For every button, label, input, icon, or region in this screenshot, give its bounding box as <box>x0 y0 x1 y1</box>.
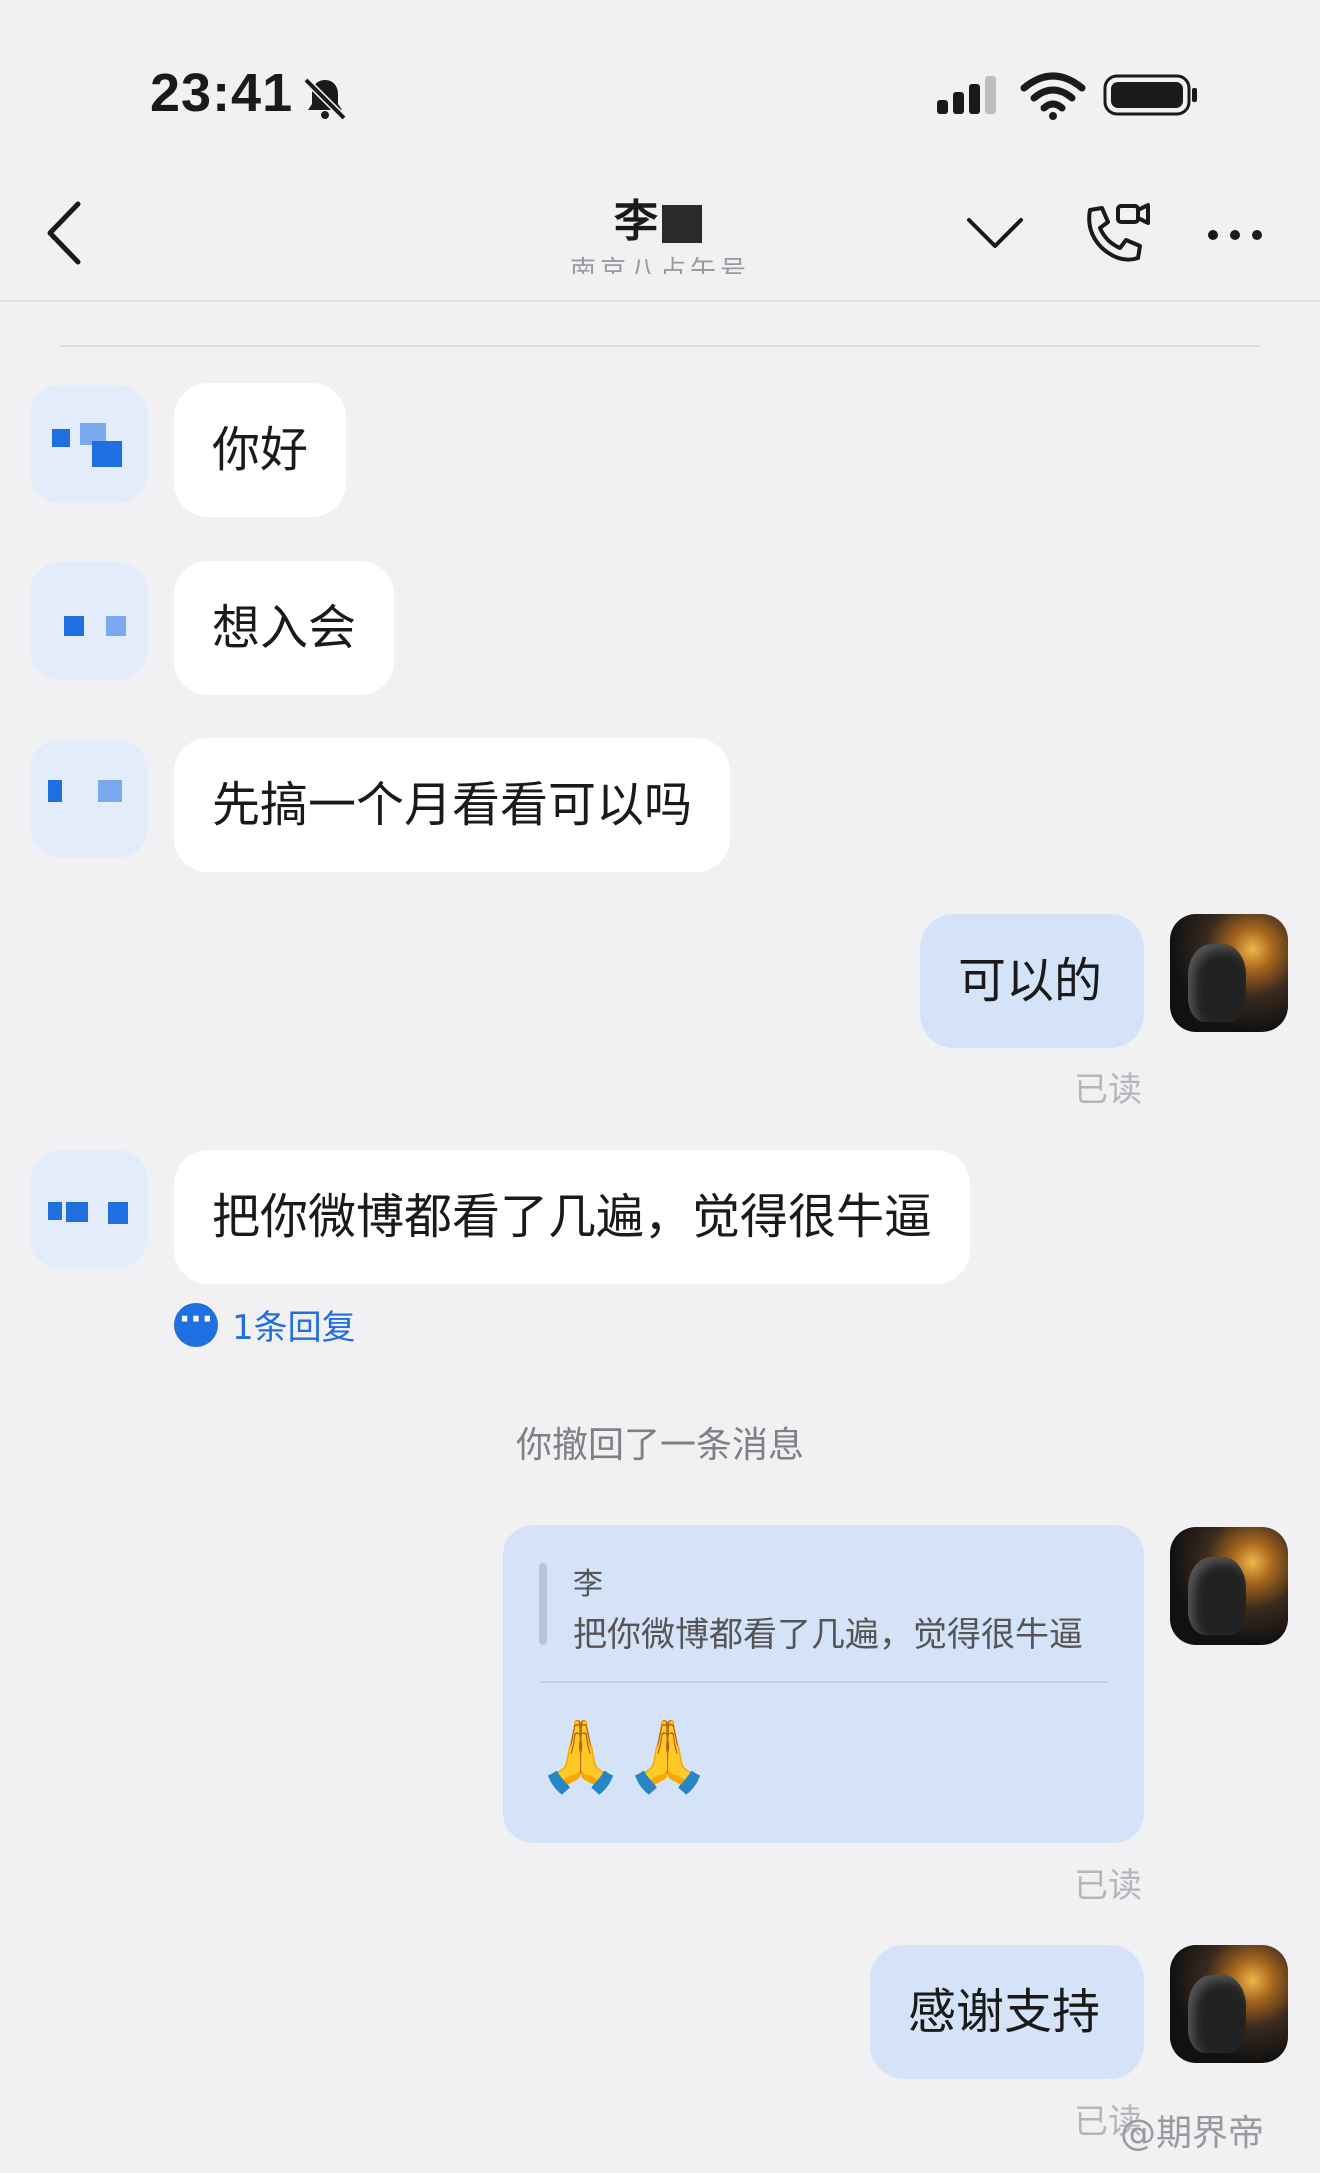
wifi-icon <box>1020 72 1086 120</box>
avatar-own[interactable] <box>1170 1527 1288 1645</box>
message-bubble[interactable]: 先搞一个月看看可以吗 <box>174 738 731 872</box>
more-icon[interactable] <box>1205 220 1265 250</box>
video-call-icon[interactable] <box>1080 200 1152 268</box>
avatar[interactable] <box>30 1150 148 1268</box>
status-time: 23:41 <box>150 63 294 123</box>
quote-bar <box>539 1563 547 1645</box>
quoted-sender: 李 <box>573 1567 603 1602</box>
divider <box>60 345 1260 347</box>
bell-slash-icon <box>303 77 347 121</box>
avatar[interactable] <box>30 740 148 858</box>
avatar[interactable] <box>30 385 148 503</box>
chat-title-text: 李 <box>614 196 658 247</box>
watermark: @期界帝 <box>1120 2113 1265 2154</box>
reply-bubble-icon: ··· <box>174 1302 218 1347</box>
chat-subtitle: 南京八占午号 <box>569 256 750 274</box>
quote-message-bubble[interactable]: 李 把你微博都看了几遍，觉得很牛逼 🙏🙏 <box>503 1525 1144 1843</box>
read-status: 已读 <box>1074 1866 1142 1906</box>
chevron-down-icon[interactable] <box>965 208 1025 258</box>
emoji-content: 🙏🙏 <box>537 1715 712 1797</box>
system-notice: 你撤回了一条消息 <box>515 1425 804 1466</box>
avatar-own[interactable] <box>1170 914 1288 1032</box>
read-status: 已读 <box>1074 1070 1142 1110</box>
reply-count: 1条回复 <box>232 1308 356 1348</box>
chat-title: 李 <box>560 185 760 249</box>
quote-separator <box>539 1681 1109 1683</box>
battery-icon <box>1103 74 1197 116</box>
message-text: 你好 <box>212 422 309 478</box>
avatar[interactable] <box>30 562 148 680</box>
message-text: 想入会 <box>212 600 357 656</box>
signal-icon <box>937 76 996 114</box>
quoted-text: 把你微博都看了几遍，觉得很牛逼 <box>573 1615 1083 1655</box>
message-bubble-own[interactable]: 感谢支持 <box>870 1945 1144 2079</box>
message-text: 感谢支持 <box>908 1984 1101 2040</box>
message-bubble-own[interactable]: 可以的 <box>920 914 1144 1048</box>
message-bubble[interactable]: 把你微博都看了几遍，觉得很牛逼 <box>174 1150 971 1284</box>
reply-thread-link[interactable]: ··· 1条回复 <box>174 1300 356 1349</box>
message-text: 把你微博都看了几遍，觉得很牛逼 <box>212 1189 933 1245</box>
message-text: 可以的 <box>958 953 1103 1009</box>
avatar-own[interactable] <box>1170 1945 1288 2063</box>
back-icon[interactable] <box>40 198 90 268</box>
message-bubble[interactable]: 想入会 <box>174 561 395 695</box>
message-text: 先搞一个月看看可以吗 <box>212 777 693 833</box>
message-bubble[interactable]: 你好 <box>174 383 347 517</box>
